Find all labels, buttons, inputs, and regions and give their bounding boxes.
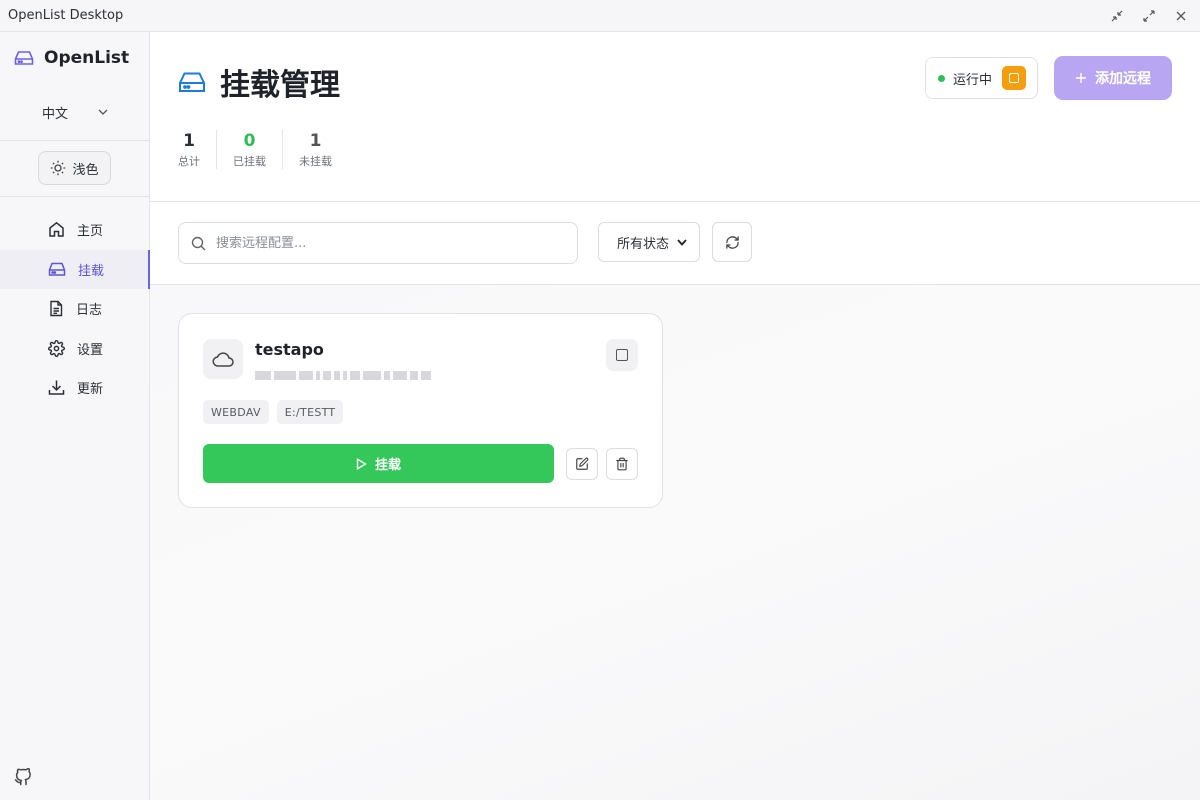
search-input[interactable]	[216, 235, 556, 251]
brand-name: OpenList	[44, 48, 130, 68]
drive-icon	[48, 261, 66, 277]
download-icon	[48, 379, 65, 396]
remote-url-redacted	[255, 369, 449, 382]
edit-icon	[575, 457, 589, 471]
window-controls	[1106, 0, 1192, 32]
close-icon[interactable]	[1170, 5, 1192, 27]
select-checkbox[interactable]	[606, 339, 638, 371]
stat-label: 已挂载	[233, 155, 266, 168]
stat-value: 1	[309, 131, 322, 151]
remote-tags: WEBDAV E:/TESTT	[203, 400, 344, 424]
refresh-icon	[725, 235, 740, 250]
sidebar-nav: 主页 挂载 日志 设置 更新	[0, 210, 151, 408]
trash-icon	[615, 457, 629, 471]
brand: OpenList	[14, 48, 129, 68]
search-icon	[191, 236, 206, 251]
add-remote-label: 添加远程	[1095, 71, 1151, 87]
stop-icon	[1009, 73, 1020, 83]
remote-card: testapo WEBDAV E:/TESTT 挂载	[178, 313, 663, 508]
page-title-group: 挂载管理	[178, 60, 340, 104]
language-select[interactable]: 中文	[14, 94, 136, 130]
sidebar-item-label: 设置	[77, 342, 104, 358]
chevron-down-icon	[677, 238, 687, 246]
stat-mounted: 0 已挂载	[216, 130, 282, 169]
maximize-icon[interactable]	[1138, 5, 1160, 27]
home-icon	[48, 221, 65, 238]
filter-toolbar: 所有状态	[150, 202, 1200, 285]
sidebar-item-mount[interactable]: 挂载	[0, 249, 151, 289]
github-icon[interactable]	[14, 768, 32, 786]
mount-button[interactable]: 挂载	[203, 444, 554, 483]
window-title: OpenList Desktop	[8, 8, 124, 23]
add-remote-button[interactable]: 添加远程	[1054, 56, 1172, 100]
sidebar-item-settings[interactable]: 设置	[0, 329, 150, 369]
status-filter-value: 所有状态	[617, 236, 670, 252]
page-title: 挂载管理	[220, 68, 340, 103]
mount-stats: 1 总计 0 已挂载 1 未挂载	[178, 130, 348, 169]
stat-label: 未挂载	[299, 155, 332, 168]
remote-name: testapo	[255, 340, 324, 359]
sidebar-item-logs[interactable]: 日志	[0, 289, 150, 329]
sun-icon	[50, 160, 66, 176]
mount-point-tag: E:/TESTT	[276, 400, 344, 424]
refresh-button[interactable]	[712, 222, 752, 262]
play-icon	[356, 457, 367, 470]
delete-button[interactable]	[606, 448, 638, 480]
service-status: 运行中	[925, 57, 1038, 99]
drive-icon	[178, 70, 206, 94]
search-box	[178, 222, 578, 264]
status-dot	[938, 74, 945, 82]
main-content: 挂载管理 1 总计 0 已挂载 1 未挂载 运行中 添加远程 搜索远程配置...…	[150, 32, 1200, 800]
checkbox-icon	[616, 349, 628, 361]
divider	[0, 196, 149, 197]
theme-toggle-button[interactable]: 浅色	[38, 151, 111, 185]
remote-type-tag: WEBDAV	[203, 400, 269, 424]
drive-icon	[14, 49, 34, 67]
stat-total: 1 总计	[178, 130, 216, 169]
sidebar-item-label: 主页	[77, 224, 104, 240]
stat-value: 0	[243, 131, 256, 151]
status-filter-select[interactable]: 所有状态	[598, 222, 700, 262]
sidebar: OpenList 中文 浅色 主页 挂载 日志 设置 更新	[0, 32, 151, 800]
stat-label: 总计	[178, 155, 200, 168]
divider	[0, 140, 149, 141]
edit-button[interactable]	[566, 448, 598, 480]
mount-label: 挂载	[374, 458, 401, 473]
title-bar: OpenList Desktop	[0, 0, 1200, 32]
status-text: 运行中	[953, 72, 993, 88]
sidebar-item-label: 日志	[76, 303, 103, 319]
page-header: 挂载管理 1 总计 0 已挂载 1 未挂载 运行中 添加远程	[150, 32, 1200, 202]
cloud-icon	[203, 339, 243, 379]
chevron-down-icon	[98, 109, 108, 115]
minimize-icon[interactable]	[1106, 5, 1128, 27]
sidebar-item-home[interactable]: 主页	[0, 210, 150, 250]
sidebar-item-update[interactable]: 更新	[0, 368, 150, 408]
stat-unmounted: 1 未挂载	[282, 130, 348, 169]
language-value: 中文	[41, 106, 68, 122]
stat-value: 1	[183, 131, 195, 151]
theme-label: 浅色	[72, 162, 99, 178]
sidebar-item-label: 挂载	[78, 263, 105, 279]
plus-icon	[1075, 72, 1087, 84]
file-text-icon	[48, 300, 64, 317]
stop-service-button[interactable]	[1002, 66, 1027, 90]
gear-icon	[48, 339, 65, 357]
sidebar-item-label: 更新	[77, 382, 104, 398]
